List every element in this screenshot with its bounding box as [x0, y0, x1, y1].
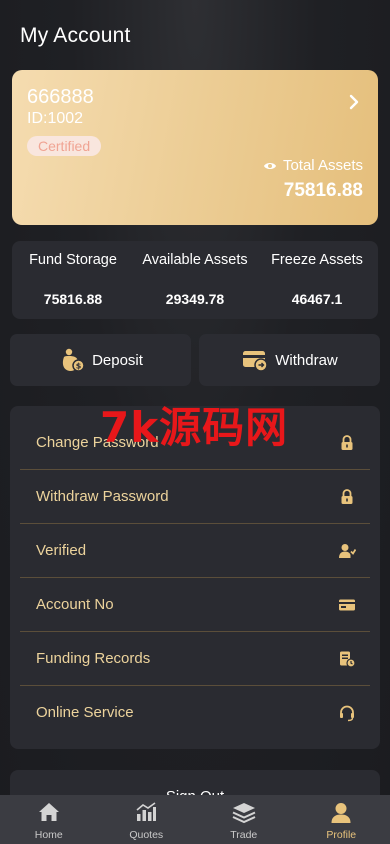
stat-freeze-assets: Freeze Assets 46467.1 [256, 241, 378, 319]
certified-badge: Certified [27, 136, 102, 156]
stat-value: 75816.88 [43, 291, 103, 307]
menu-item-online-service[interactable]: Online Service [20, 686, 370, 740]
tab-label: Quotes [129, 829, 164, 841]
menu-item-label: Account No [36, 596, 114, 613]
deposit-label: Deposit [92, 351, 143, 369]
page-title: My Account [20, 24, 131, 47]
settings-menu: Change Password Withdraw Password Verifi… [10, 406, 380, 749]
bottom-tab-bar: Home Quotes Trade Profile [0, 795, 390, 844]
menu-item-account-no[interactable]: Account No [20, 578, 370, 632]
watermark: 7k源码网 [100, 403, 289, 452]
tab-label: Profile [326, 829, 357, 841]
stat-label: Fund Storage [29, 252, 117, 268]
menu-item-label: Verified [36, 542, 87, 559]
withdraw-label: Withdraw [275, 351, 338, 369]
tab-quotes[interactable]: Quotes [98, 795, 196, 844]
layers-icon [232, 803, 256, 824]
tab-label: Trade [230, 829, 258, 841]
profile-icon [331, 803, 351, 823]
account-card[interactable]: 666888 ID:1002 Certified Total Assets 75… [12, 70, 378, 225]
wallet-withdraw-icon [243, 351, 268, 372]
lock-icon [341, 435, 353, 450]
account-username: 666888 [27, 86, 94, 108]
account-id: ID:1002 [27, 110, 84, 127]
tab-home[interactable]: Home [0, 795, 98, 844]
svg-text:$: $ [76, 362, 82, 371]
deposit-button[interactable]: $ Deposit [10, 334, 191, 386]
total-assets-value: 75816.88 [283, 180, 363, 201]
menu-item-label: Withdraw Password [36, 488, 169, 505]
headset-icon [340, 705, 354, 722]
withdraw-button[interactable]: Withdraw [199, 334, 380, 386]
menu-item-funding-records[interactable]: Funding Records [20, 632, 370, 686]
tab-trade[interactable]: Trade [195, 795, 293, 844]
stat-available-assets: Available Assets 29349.78 [134, 241, 256, 319]
tab-profile[interactable]: Profile [293, 795, 390, 844]
menu-item-verified[interactable]: Verified [20, 524, 370, 578]
stat-value: 46467.1 [291, 291, 343, 307]
user-verify-icon [339, 544, 356, 558]
money-bag-icon: $ [62, 348, 85, 372]
asset-stats-panel: Fund Storage 75816.88 Available Assets 2… [12, 241, 378, 319]
tab-label: Home [34, 829, 63, 841]
stat-label: Available Assets [142, 252, 248, 268]
menu-item-label: Online Service [36, 704, 134, 721]
home-icon [38, 803, 59, 821]
menu-item-withdraw-password[interactable]: Withdraw Password [20, 470, 370, 524]
stat-fund-storage: Fund Storage 75816.88 [12, 241, 134, 319]
card-icon [339, 599, 355, 611]
account-screen: My Account 666888 ID:1002 Certified Tota… [0, 0, 390, 844]
records-icon [340, 651, 356, 668]
total-assets-label: Total Assets [282, 157, 363, 174]
total-assets-label-row: Total Assets [263, 157, 363, 174]
stat-label: Freeze Assets [271, 252, 363, 268]
stat-value: 29349.78 [165, 291, 225, 307]
chevron-right-icon[interactable] [348, 94, 360, 110]
eye-icon[interactable] [263, 161, 277, 171]
menu-item-label: Funding Records [36, 650, 151, 667]
chart-icon [136, 802, 157, 821]
lock-icon [341, 489, 353, 504]
